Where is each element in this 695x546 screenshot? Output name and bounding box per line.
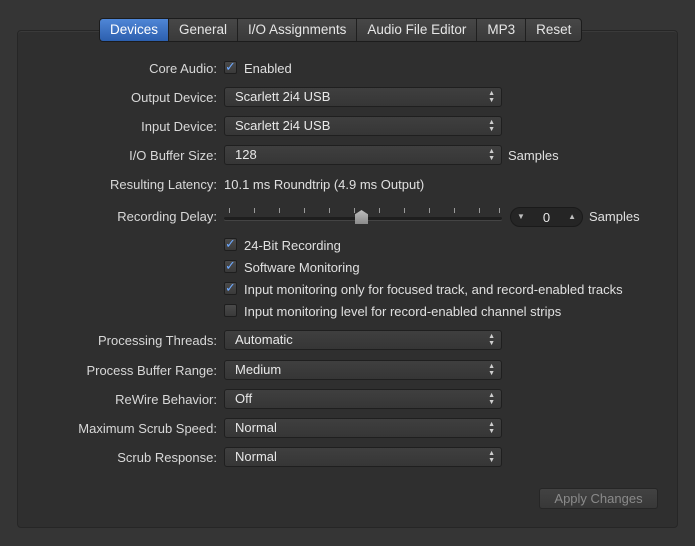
check-icon: ✓ — [225, 258, 236, 273]
process-buffer-value: Medium — [235, 362, 282, 377]
input-monitoring-focused-label: Input monitoring only for focused track,… — [244, 282, 623, 297]
processing-threads-value: Automatic — [235, 332, 293, 347]
software-monitoring-label: Software Monitoring — [244, 260, 360, 275]
scrub-speed-label: Maximum Scrub Speed: — [78, 421, 217, 436]
rewire-label: ReWire Behavior: — [115, 392, 217, 407]
popup-arrows-icon: ▲ ▼ — [488, 119, 495, 133]
input-device-value: Scarlett 2i4 USB — [235, 118, 331, 133]
buffer-size-label: I/O Buffer Size: — [129, 148, 217, 163]
rewire-value: Off — [235, 391, 253, 406]
core-audio-label: Core Audio: — [149, 61, 217, 76]
processing-threads-label: Processing Threads: — [98, 333, 217, 348]
recording-delay-label: Recording Delay: — [117, 209, 217, 224]
input-monitoring-level-label: Input monitoring level for record-enable… — [244, 304, 562, 319]
scrub-speed-popup[interactable]: Normal ▲ ▼ — [224, 418, 502, 438]
output-device-label: Output Device: — [131, 90, 217, 105]
scrub-response-label: Scrub Response: — [117, 450, 217, 465]
check-icon: ✓ — [225, 280, 236, 295]
recording-delay-slider[interactable] — [224, 206, 502, 226]
core-audio-enabled-label: Enabled — [244, 61, 292, 76]
popup-arrows-icon: ▲ ▼ — [488, 392, 495, 406]
rewire-popup[interactable]: Off ▲ ▼ — [224, 389, 502, 409]
recording-delay-unit: Samples — [589, 209, 640, 224]
slider-knob[interactable] — [355, 210, 368, 224]
process-buffer-label: Process Buffer Range: — [86, 363, 217, 378]
input-device-popup[interactable]: Scarlett 2i4 USB ▲ ▼ — [224, 116, 502, 136]
core-audio-checkbox[interactable]: ✓ — [224, 59, 237, 74]
buffer-size-value: 128 — [235, 147, 257, 162]
tab-audio-file-editor[interactable]: Audio File Editor — [357, 19, 478, 41]
latency-value: 10.1 ms Roundtrip (4.9 ms Output) — [224, 177, 425, 192]
tab-reset[interactable]: Reset — [526, 19, 581, 41]
output-device-popup[interactable]: Scarlett 2i4 USB ▲ ▼ — [224, 87, 502, 107]
process-buffer-popup[interactable]: Medium ▲ ▼ — [224, 360, 502, 380]
popup-arrows-icon: ▲ ▼ — [488, 450, 495, 464]
processing-threads-popup[interactable]: Automatic ▲ ▼ — [224, 330, 502, 350]
tab-general[interactable]: General — [169, 19, 239, 41]
tab-io-assignments[interactable]: I/O Assignments — [238, 19, 358, 41]
check-icon: ✓ — [225, 59, 236, 74]
popup-arrows-icon: ▲ ▼ — [488, 363, 495, 377]
recording-delay-stepper[interactable]: ▼ 0 ▲ — [510, 207, 583, 227]
input-device-label: Input Device: — [141, 119, 217, 134]
input-monitoring-level-checkbox[interactable] — [224, 304, 237, 317]
check-icon: ✓ — [225, 236, 236, 251]
popup-arrows-icon: ▲ ▼ — [488, 148, 495, 162]
popup-arrows-icon: ▲ ▼ — [488, 90, 495, 104]
tab-devices[interactable]: Devices — [100, 19, 170, 41]
24bit-recording-checkbox[interactable]: ✓ — [224, 236, 237, 251]
popup-arrows-icon: ▲ ▼ — [488, 333, 495, 347]
software-monitoring-checkbox[interactable]: ✓ — [224, 258, 237, 273]
tab-mp3[interactable]: MP3 — [477, 19, 527, 41]
24bit-recording-label: 24-Bit Recording — [244, 238, 341, 253]
output-device-value: Scarlett 2i4 USB — [235, 89, 331, 104]
scrub-response-value: Normal — [235, 449, 277, 464]
popup-arrows-icon: ▲ ▼ — [488, 421, 495, 435]
buffer-size-popup[interactable]: 128 ▲ ▼ — [224, 145, 502, 165]
buffer-unit-label: Samples — [508, 148, 559, 163]
tab-bar: Devices General I/O Assignments Audio Fi… — [99, 18, 583, 42]
input-monitoring-focused-checkbox[interactable]: ✓ — [224, 280, 237, 295]
scrub-speed-value: Normal — [235, 420, 277, 435]
apply-changes-button[interactable]: Apply Changes — [539, 488, 658, 509]
increment-icon[interactable]: ▲ — [568, 212, 576, 221]
latency-label: Resulting Latency: — [110, 177, 217, 192]
scrub-response-popup[interactable]: Normal ▲ ▼ — [224, 447, 502, 467]
